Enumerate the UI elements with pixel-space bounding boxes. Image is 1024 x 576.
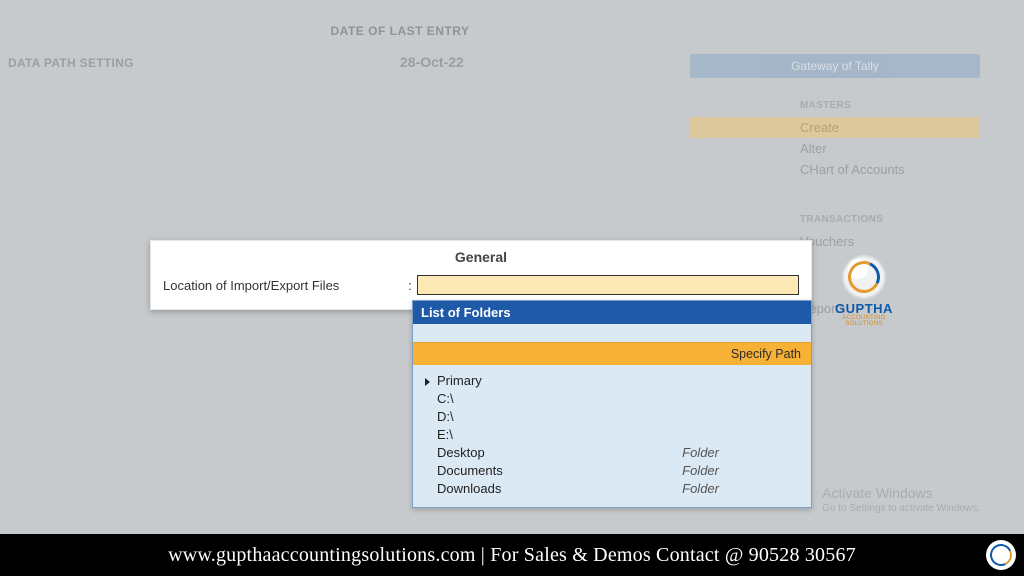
folder-name: D:\: [437, 409, 454, 424]
footer-sep: |: [476, 544, 491, 566]
import-export-label: Location of Import/Export Files: [163, 278, 403, 293]
dialog-title: General: [151, 241, 811, 275]
footer-badge-icon: [987, 541, 1015, 569]
folder-name: Downloads: [437, 481, 501, 496]
footer-msg: For Sales & Demos Contact @ 90528 30567: [490, 544, 856, 566]
folder-name: Desktop: [437, 445, 485, 460]
specify-path-option[interactable]: Specify Path: [413, 342, 811, 365]
folder-name: C:\: [437, 391, 454, 406]
folder-row-c[interactable]: C:\: [419, 389, 805, 407]
folder-type: Folder: [682, 445, 719, 460]
page-title: DATA PATH SETTING: [8, 56, 134, 70]
dropdown-spacer: [413, 324, 811, 342]
gateway-item-chart-of-accounts[interactable]: CHart of Accounts: [800, 159, 980, 180]
folder-type: Folder: [682, 463, 719, 478]
gateway-item-create[interactable]: Create: [690, 117, 980, 138]
dropdown-list: Primary C:\ D:\ E:\ Desktop Folder Docum…: [413, 365, 811, 507]
folder-row-documents[interactable]: Documents Folder: [419, 461, 805, 479]
folder-row-d[interactable]: D:\: [419, 407, 805, 425]
last-entry-date: 28-Oct-22: [400, 54, 464, 70]
gateway-section-head-transactions: TRANSACTIONS: [800, 214, 980, 225]
footer-badge: [986, 540, 1016, 570]
footer-url[interactable]: www.gupthaaccountingsolutions.com: [168, 544, 475, 566]
folder-row-primary[interactable]: Primary: [419, 371, 805, 389]
footer-bar: www.gupthaaccountingsolutions.com | For …: [0, 534, 1024, 576]
dropdown-title: List of Folders: [413, 301, 811, 324]
gateway-item-vouchers[interactable]: Vouchers: [800, 231, 980, 252]
brand-logo-icon: [842, 255, 886, 299]
folder-name: E:\: [437, 427, 453, 442]
folder-name: Documents: [437, 463, 503, 478]
import-export-input[interactable]: [417, 275, 799, 295]
brand-logo: GUPTHA ACCOUNTING SOLUTIONS: [824, 255, 904, 327]
activate-windows-sub: Go to Settings to activate Windows.: [822, 503, 980, 514]
folder-row-downloads[interactable]: Downloads Folder: [419, 479, 805, 497]
folder-row-desktop[interactable]: Desktop Folder: [419, 443, 805, 461]
gateway-item-alter[interactable]: Alter: [800, 138, 980, 159]
gateway-section-head-masters: MASTERS: [800, 100, 980, 111]
folder-name: Primary: [437, 373, 482, 388]
folder-dropdown: List of Folders Specify Path Primary C:\…: [412, 300, 812, 508]
activate-windows-watermark: Activate Windows Go to Settings to activ…: [822, 485, 980, 514]
brand-sub: ACCOUNTING SOLUTIONS: [824, 315, 904, 327]
brand-name: GUPTHA: [824, 301, 904, 316]
colon: :: [403, 278, 417, 293]
folder-type: Folder: [682, 481, 719, 496]
gateway-title: Gateway of Tally: [690, 54, 980, 78]
last-entry-label: DATE OF LAST ENTRY: [300, 24, 500, 38]
activate-windows-title: Activate Windows: [822, 485, 932, 501]
folder-row-e[interactable]: E:\: [419, 425, 805, 443]
